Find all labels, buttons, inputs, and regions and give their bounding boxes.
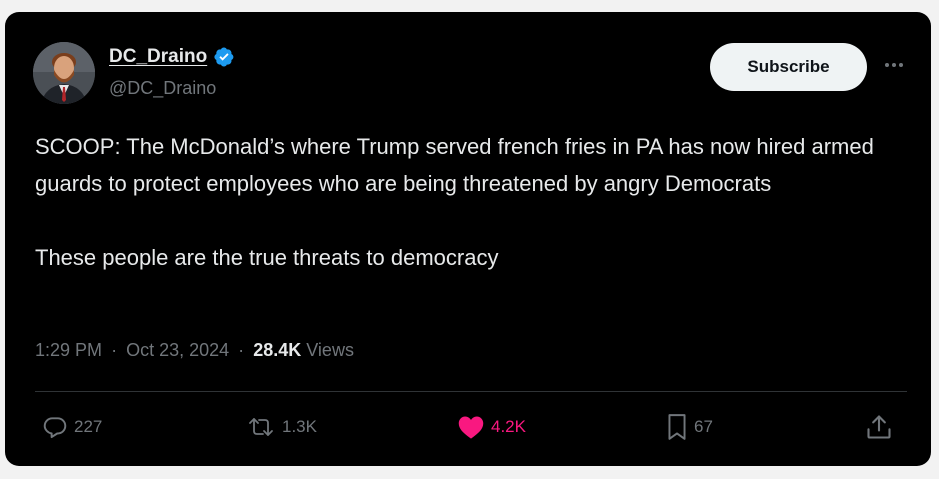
like-button[interactable]: 4.2K — [457, 410, 526, 444]
bookmark-icon — [666, 413, 688, 441]
repost-icon — [246, 414, 276, 440]
more-button[interactable] — [879, 50, 909, 80]
repost-count: 1.3K — [282, 417, 317, 436]
display-name[interactable]: DC_Draino — [109, 46, 207, 68]
reply-button[interactable]: 227 — [42, 410, 102, 444]
divider — [35, 391, 907, 392]
views-label: Views — [306, 340, 354, 360]
bookmark-button[interactable]: 67 — [666, 410, 713, 444]
post-date[interactable]: Oct 23, 2024 — [126, 340, 229, 360]
post-text-paragraph: SCOOP: The McDonald’s where Trump served… — [35, 134, 874, 196]
post-text: SCOOP: The McDonald’s where Trump served… — [35, 128, 915, 276]
views-count: 28.4K — [253, 340, 302, 360]
meta-separator: · — [238, 340, 245, 360]
post-card: DC_Draino @DC_Draino Subscribe SCOOP: Th… — [5, 12, 931, 466]
repost-button[interactable]: 1.3K — [246, 410, 317, 444]
post-time[interactable]: 1:29 PM — [35, 340, 102, 360]
heart-icon — [457, 414, 485, 440]
author-name-row: DC_Draino — [109, 46, 235, 68]
share-button[interactable] — [865, 410, 893, 444]
more-icon — [882, 56, 906, 74]
post-meta: 1:29 PM · Oct 23, 2024 · 28.4K Views — [35, 340, 354, 361]
like-count: 4.2K — [491, 417, 526, 436]
author-handle[interactable]: @DC_Draino — [109, 78, 216, 99]
bookmark-count: 67 — [694, 417, 713, 436]
subscribe-button[interactable]: Subscribe — [710, 43, 867, 91]
reply-icon — [42, 414, 68, 440]
post-text-paragraph: These people are the true threats to dem… — [35, 245, 499, 270]
meta-separator: · — [111, 340, 118, 360]
avatar[interactable] — [33, 42, 95, 104]
verified-badge-icon — [213, 46, 235, 68]
share-icon — [865, 413, 893, 441]
reply-count: 227 — [74, 417, 103, 436]
